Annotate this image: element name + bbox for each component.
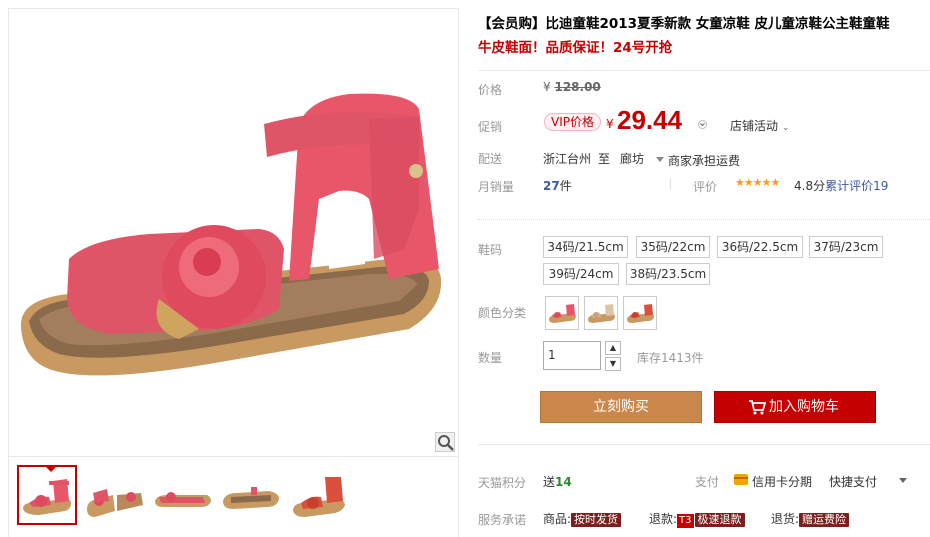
credit-installment-link[interactable]: 信用卡分期: [752, 473, 812, 490]
add-to-cart-label: 加入购物车: [769, 399, 839, 415]
thumbnail-2[interactable]: [85, 465, 145, 525]
swatch-sandal-image: [588, 304, 615, 323]
sale-currency-symbol: ¥: [606, 117, 614, 131]
swatch-sandal-image: [549, 304, 576, 323]
rating-score: 4.8分: [794, 179, 826, 193]
buy-now-button[interactable]: 立刻购买: [540, 391, 702, 423]
service-refund-badge[interactable]: 极速退款: [694, 513, 745, 527]
size-option-34[interactable]: 34码/21.5cm: [543, 236, 628, 258]
points-text: 送: [543, 475, 556, 489]
size-option-38[interactable]: 38码/23.5cm: [626, 263, 710, 285]
ship-destination: 廊坊: [620, 152, 645, 166]
service-goods-label: 商品:: [543, 512, 572, 526]
chevron-down-icon: [655, 157, 664, 162]
sale-price: 29.44: [617, 105, 683, 135]
payment-label: 支付: [695, 475, 720, 489]
shipping-fee: 商家承担运费: [668, 154, 741, 168]
swatch-sandal-image: [627, 304, 654, 323]
star-rating-icon: ★★★★★: [735, 176, 780, 189]
stock-count: 库存1413件: [637, 351, 704, 365]
currency-symbol: ¥: [543, 80, 551, 94]
service-return-label: 退货:: [771, 512, 800, 526]
thumbnail-strip: [9, 456, 458, 537]
sandal-image: [20, 93, 442, 376]
quick-pay-link[interactable]: 快捷支付: [829, 473, 877, 490]
product-main-image[interactable]: [9, 9, 458, 454]
rating-summary[interactable]: 4.8分累计评价19: [794, 177, 888, 194]
quantity-input[interactable]: 1: [543, 341, 601, 370]
thumbnail-5[interactable]: [289, 465, 349, 525]
product-gallery: [8, 8, 459, 537]
cart-icon: [749, 400, 766, 415]
points-number: 14: [555, 475, 572, 489]
size-option-35[interactable]: 35码/22cm: [636, 236, 710, 258]
shop-activity-dropdown[interactable]: 店铺活动 ⌄: [730, 117, 789, 134]
ship-destination-dropdown[interactable]: 廊坊: [620, 150, 664, 167]
divider: [478, 444, 930, 445]
service-label: 服务承诺: [478, 513, 527, 527]
color-swatch-pink[interactable]: [545, 296, 579, 330]
service-refund: 退款: T3 极速退款: [649, 510, 745, 528]
product-title: 【会员购】比迪童鞋2013夏季新款 女童凉鞋 皮儿童凉鞋公主鞋童鞋: [478, 16, 890, 32]
promo-label: 促销: [478, 120, 503, 134]
color-swatch-beige[interactable]: [584, 296, 618, 330]
divider: [670, 178, 671, 190]
monthly-sales: 27件: [543, 177, 572, 194]
thumbnail-sandal-image: [23, 479, 71, 515]
shop-activity-label: 店铺活动: [730, 119, 779, 133]
quantity-decrease-button[interactable]: ▼: [605, 357, 621, 371]
zoom-icon[interactable]: [435, 432, 455, 452]
vip-price-tag: VIP价格: [544, 113, 601, 131]
quantity-increase-button[interactable]: ▲: [605, 341, 621, 355]
review-label: 评价: [693, 180, 718, 194]
points-label: 天猫积分: [478, 476, 527, 490]
thumbnail-sandal-image: [223, 487, 279, 509]
t3-badge: T3: [677, 514, 694, 528]
service-refund-label: 退款:: [649, 512, 678, 526]
thumbnail-sandal-image: [293, 477, 345, 517]
monthly-sales-unit: 件: [559, 179, 572, 193]
chevron-down-icon[interactable]: [698, 120, 707, 129]
monthly-sales-label: 月销量: [478, 180, 515, 194]
chevron-down-icon[interactable]: [899, 478, 907, 483]
add-to-cart-button[interactable]: 加入购物车: [714, 391, 876, 423]
ship-to-word: 至: [598, 152, 611, 166]
credit-card-icon: [734, 474, 748, 485]
points-value: 送14: [543, 473, 572, 490]
monthly-sales-count: 27: [543, 179, 560, 193]
chevron-down-icon: ⌄: [781, 123, 790, 133]
thumbnail-1[interactable]: [17, 465, 77, 525]
product-detail-panel: 【会员购】比迪童鞋2013夏季新款 女童凉鞋 皮儿童凉鞋公主鞋童鞋 牛皮鞋面！品…: [478, 0, 930, 537]
quantity-label: 数量: [478, 351, 503, 365]
original-price: ¥ 128.00: [543, 80, 601, 94]
divider: [478, 70, 930, 71]
size-option-37[interactable]: 37码/23cm: [809, 236, 883, 258]
thumbnail-sandal-image: [155, 492, 211, 507]
thumbnail-sandal-image: [87, 489, 143, 517]
color-swatch-red[interactable]: [623, 296, 657, 330]
size-label: 鞋码: [478, 243, 503, 257]
review-count-link[interactable]: 累计评价19: [825, 179, 888, 193]
size-option-36[interactable]: 36码/22.5cm: [717, 236, 803, 258]
product-subtitle: 牛皮鞋面！品质保证！24号开抢: [478, 40, 673, 56]
divider: [478, 219, 930, 220]
service-goods-badge[interactable]: 按时发货: [571, 513, 622, 527]
color-label: 颜色分类: [478, 306, 527, 320]
service-return: 退货: 赠运费险: [771, 510, 850, 527]
service-return-badge[interactable]: 赠运费险: [799, 513, 850, 527]
size-option-39[interactable]: 39码/24cm: [543, 263, 619, 285]
thumbnail-3[interactable]: [153, 465, 213, 525]
shipping-label: 配送: [478, 152, 503, 166]
price-label: 价格: [478, 83, 503, 97]
thumbnail-4[interactable]: [221, 465, 281, 525]
active-thumb-indicator: [46, 467, 56, 472]
ship-from: 浙江台州: [543, 152, 592, 166]
original-price-value: 128.00: [554, 80, 601, 94]
service-goods: 商品: 按时发货: [543, 510, 622, 527]
